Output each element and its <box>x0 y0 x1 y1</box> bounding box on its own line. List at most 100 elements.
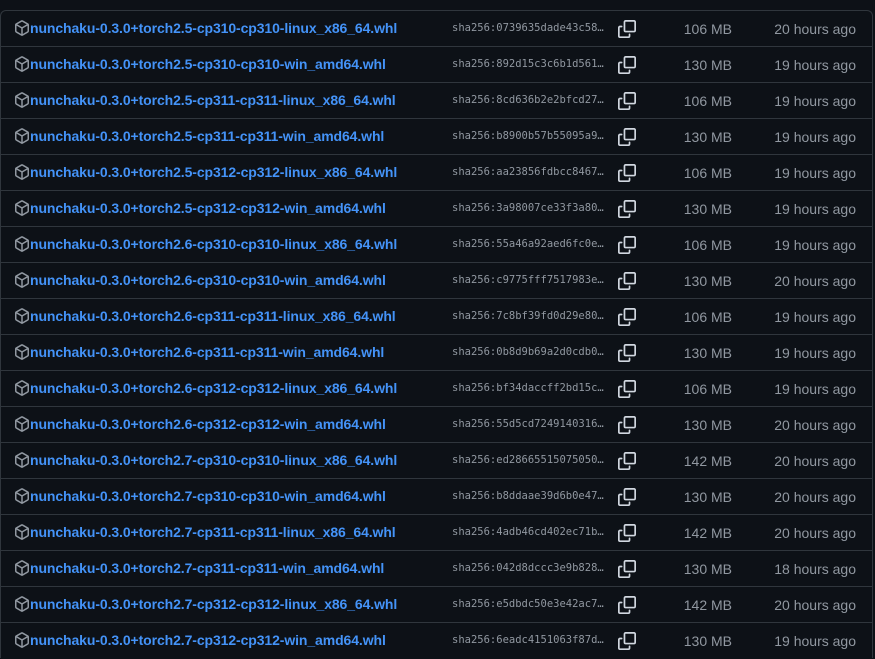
asset-sha256-digest: sha256:892d15c3c6b1d561… <box>452 58 604 70</box>
asset-timestamp: 19 hours ago <box>774 309 856 325</box>
package-icon <box>15 308 29 324</box>
asset-download-link[interactable]: nunchaku-0.3.0+torch2.7-cp310-cp310-win_… <box>30 488 386 504</box>
asset-timestamp: 18 hours ago <box>774 561 856 577</box>
asset-row: nunchaku-0.3.0+torch2.7-cp312-cp312-linu… <box>1 586 872 622</box>
copy-icon[interactable] <box>618 416 636 434</box>
package-icon <box>15 200 29 216</box>
asset-download-link[interactable]: nunchaku-0.3.0+torch2.5-cp311-cp311-win_… <box>30 128 384 144</box>
asset-download-link[interactable]: nunchaku-0.3.0+torch2.7-cp310-cp310-linu… <box>30 452 397 468</box>
asset-row: nunchaku-0.3.0+torch2.7-cp310-cp310-linu… <box>1 442 872 478</box>
asset-size: 130 MB <box>683 345 732 361</box>
copy-icon[interactable] <box>618 164 636 182</box>
asset-row: nunchaku-0.3.0+torch2.6-cp310-cp310-win_… <box>1 262 872 298</box>
asset-sha256-digest: sha256:3a98007ce33f3a80… <box>452 202 604 214</box>
asset-row: nunchaku-0.3.0+torch2.6-cp312-cp312-linu… <box>1 370 872 406</box>
copy-icon[interactable] <box>618 632 636 650</box>
asset-timestamp: 20 hours ago <box>774 417 856 433</box>
copy-icon[interactable] <box>618 344 636 362</box>
asset-download-link[interactable]: nunchaku-0.3.0+torch2.7-cp312-cp312-win_… <box>30 632 386 648</box>
asset-timestamp: 20 hours ago <box>774 273 856 289</box>
asset-sha256-digest: sha256:55a46a92aed6fc0e… <box>452 238 604 250</box>
package-icon <box>15 92 29 108</box>
copy-icon[interactable] <box>618 596 636 614</box>
copy-icon[interactable] <box>618 92 636 110</box>
asset-download-link[interactable]: nunchaku-0.3.0+torch2.7-cp311-cp311-linu… <box>30 524 396 540</box>
asset-timestamp: 20 hours ago <box>774 489 856 505</box>
asset-sha256-digest: sha256:0739635dade43c58… <box>452 22 604 34</box>
asset-size: 130 MB <box>683 273 732 289</box>
asset-row: nunchaku-0.3.0+torch2.5-cp312-cp312-win_… <box>1 190 872 226</box>
copy-icon[interactable] <box>618 236 636 254</box>
asset-row: nunchaku-0.3.0+torch2.7-cp311-cp311-linu… <box>1 514 872 550</box>
asset-row: nunchaku-0.3.0+torch2.5-cp312-cp312-linu… <box>1 154 872 190</box>
copy-icon[interactable] <box>618 56 636 74</box>
copy-icon[interactable] <box>618 524 636 542</box>
asset-size: 106 MB <box>683 309 732 325</box>
copy-icon[interactable] <box>618 380 636 398</box>
asset-timestamp: 19 hours ago <box>774 633 856 649</box>
asset-download-link[interactable]: nunchaku-0.3.0+torch2.6-cp312-cp312-win_… <box>30 416 386 432</box>
asset-row: nunchaku-0.3.0+torch2.7-cp312-cp312-win_… <box>1 622 872 658</box>
copy-icon[interactable] <box>618 128 636 146</box>
copy-icon[interactable] <box>618 200 636 218</box>
package-icon <box>15 380 29 396</box>
asset-row: nunchaku-0.3.0+torch2.6-cp311-cp311-win_… <box>1 334 872 370</box>
asset-size: 130 MB <box>683 57 732 73</box>
asset-timestamp: 19 hours ago <box>774 129 856 145</box>
asset-download-link[interactable]: nunchaku-0.3.0+torch2.5-cp312-cp312-linu… <box>30 164 397 180</box>
package-icon <box>15 164 29 180</box>
package-icon <box>15 488 29 504</box>
asset-download-link[interactable]: nunchaku-0.3.0+torch2.5-cp310-cp310-win_… <box>30 56 386 72</box>
copy-icon[interactable] <box>618 488 636 506</box>
asset-download-link[interactable]: nunchaku-0.3.0+torch2.5-cp312-cp312-win_… <box>30 200 386 216</box>
copy-icon[interactable] <box>618 272 636 290</box>
asset-sha256-digest: sha256:c9775fff7517983e… <box>452 274 604 286</box>
asset-sha256-digest: sha256:55d5cd7249140316… <box>452 418 604 430</box>
package-icon <box>15 596 29 612</box>
asset-sha256-digest: sha256:ed28665515075050… <box>452 454 604 466</box>
package-icon <box>15 416 29 432</box>
asset-size: 142 MB <box>683 525 732 541</box>
asset-timestamp: 19 hours ago <box>774 237 856 253</box>
asset-download-link[interactable]: nunchaku-0.3.0+torch2.5-cp310-cp310-linu… <box>30 20 397 36</box>
asset-row: nunchaku-0.3.0+torch2.6-cp311-cp311-linu… <box>1 298 872 334</box>
asset-row: nunchaku-0.3.0+torch2.7-cp311-cp311-win_… <box>1 550 872 586</box>
package-icon <box>15 452 29 468</box>
asset-sha256-digest: sha256:8cd636b2e2bfcd27… <box>452 94 604 106</box>
asset-download-link[interactable]: nunchaku-0.3.0+torch2.6-cp310-cp310-win_… <box>30 272 386 288</box>
asset-size: 106 MB <box>683 381 732 397</box>
asset-download-link[interactable]: nunchaku-0.3.0+torch2.6-cp312-cp312-linu… <box>30 380 397 396</box>
asset-size: 106 MB <box>683 165 732 181</box>
asset-download-link[interactable]: nunchaku-0.3.0+torch2.5-cp311-cp311-linu… <box>30 92 396 108</box>
package-icon <box>15 560 29 576</box>
copy-icon[interactable] <box>618 560 636 578</box>
asset-row: nunchaku-0.3.0+torch2.6-cp310-cp310-linu… <box>1 226 872 262</box>
package-icon <box>15 632 29 648</box>
asset-sha256-digest: sha256:aa23856fdbcc8467… <box>452 166 604 178</box>
package-icon <box>15 524 29 540</box>
asset-row: nunchaku-0.3.0+torch2.5-cp311-cp311-linu… <box>1 82 872 118</box>
asset-size: 130 MB <box>683 633 732 649</box>
package-icon <box>15 20 29 36</box>
asset-download-link[interactable]: nunchaku-0.3.0+torch2.6-cp310-cp310-linu… <box>30 236 397 252</box>
asset-download-link[interactable]: nunchaku-0.3.0+torch2.7-cp311-cp311-win_… <box>30 560 384 576</box>
asset-download-link[interactable]: nunchaku-0.3.0+torch2.6-cp311-cp311-win_… <box>30 344 384 360</box>
asset-download-link[interactable]: nunchaku-0.3.0+torch2.6-cp311-cp311-linu… <box>30 308 396 324</box>
asset-size: 106 MB <box>683 93 732 109</box>
asset-row: nunchaku-0.3.0+torch2.5-cp310-cp310-win_… <box>1 46 872 82</box>
asset-timestamp: 20 hours ago <box>774 597 856 613</box>
asset-timestamp: 19 hours ago <box>774 93 856 109</box>
copy-icon[interactable] <box>618 452 636 470</box>
asset-download-link[interactable]: nunchaku-0.3.0+torch2.7-cp312-cp312-linu… <box>30 596 397 612</box>
asset-size: 130 MB <box>683 561 732 577</box>
asset-timestamp: 20 hours ago <box>774 21 856 37</box>
asset-size: 142 MB <box>683 597 732 613</box>
asset-sha256-digest: sha256:7c8bf39fd0d29e80… <box>452 310 604 322</box>
copy-icon[interactable] <box>618 308 636 326</box>
asset-sha256-digest: sha256:e5dbdc50e3e42ac7… <box>452 598 604 610</box>
asset-size: 106 MB <box>683 21 732 37</box>
copy-icon[interactable] <box>618 20 636 38</box>
package-icon <box>15 128 29 144</box>
asset-size: 130 MB <box>683 129 732 145</box>
asset-sha256-digest: sha256:b8ddaae39d6b0e47… <box>452 490 604 502</box>
